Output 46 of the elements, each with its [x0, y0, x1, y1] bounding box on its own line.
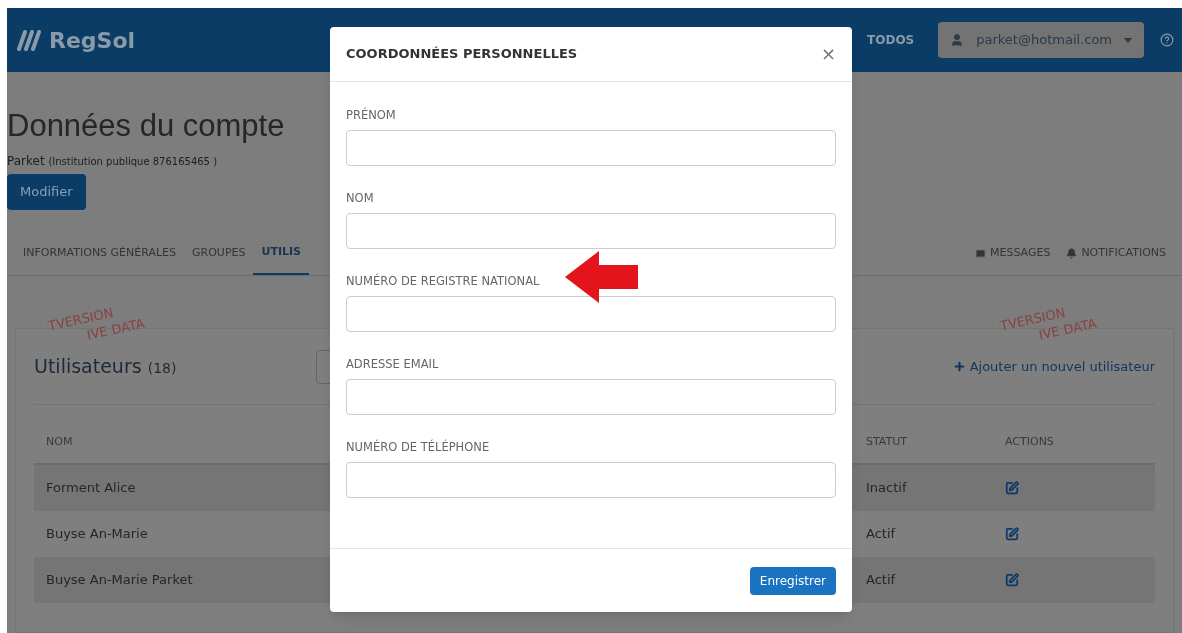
logo-icon [15, 29, 41, 51]
input-field[interactable] [346, 379, 836, 415]
bell-icon [1066, 248, 1078, 259]
column-header: NOM [46, 434, 73, 448]
envelope-icon [975, 248, 986, 259]
edit-icon[interactable] [1005, 527, 1019, 541]
field-label: NUMÉRO DE TÉLÉPHONE [346, 440, 490, 454]
field-label: ADRESSE EMAIL [346, 357, 439, 371]
tab[interactable]: MESSAGES [967, 232, 1059, 275]
help-icon[interactable] [1160, 33, 1174, 47]
table-cell: Buyse An-Marie Parket [46, 572, 193, 588]
close-button[interactable]: × [820, 45, 836, 63]
table-cell: Buyse An-Marie [46, 526, 148, 542]
page-title: Données du compte [7, 107, 285, 145]
table-cell-text: Actif [866, 525, 897, 544]
field-label: NUMÉRO DE REGISTRE NATIONAL [346, 274, 540, 288]
edit-button[interactable]: Modifier [7, 174, 86, 210]
caret-icon [1124, 37, 1132, 43]
nav-link[interactable]: TODOS [867, 31, 915, 49]
edit-icon[interactable] [1005, 573, 1019, 587]
input-field[interactable] [346, 296, 836, 332]
tab[interactable]: INFORMATIONS GÉNÉRALES [15, 232, 185, 275]
input-field[interactable] [346, 130, 836, 166]
table-cell-text: Actif [866, 571, 897, 590]
input-field[interactable] [346, 213, 836, 249]
user-menu-button[interactable]: parket@hotmail.com [938, 22, 1144, 58]
table-cell-text: Inactif [866, 479, 908, 498]
input-field[interactable] [346, 462, 836, 498]
column-header: STATUT [866, 433, 908, 450]
tab[interactable]: NOTIFICATIONS [1058, 232, 1174, 275]
column-header: ACTIONS [1005, 433, 1054, 450]
save-button[interactable]: Enregistrer [749, 566, 836, 595]
account-info: Parket (Institution publique 876165465 ) [7, 153, 219, 170]
tab[interactable]: GROUPES [184, 232, 254, 275]
add-user-link[interactable]: Ajouter un nouvel utilisateur [952, 356, 1155, 377]
logo-text: RegSol [49, 26, 136, 55]
plus-icon [952, 360, 966, 373]
edit-icon[interactable] [1005, 481, 1019, 495]
table-cell: Forment Alice [46, 480, 136, 496]
tab[interactable]: UTILIS [253, 232, 310, 275]
user-icon [950, 33, 965, 47]
modal-title: COORDONNÉES PERSONNELLES [346, 45, 578, 64]
arrow-icon [565, 251, 638, 303]
field-label: NOM [346, 191, 374, 205]
field-label: PRÉNOM [346, 108, 396, 122]
section-title: Utilisateurs (18) [34, 354, 177, 380]
